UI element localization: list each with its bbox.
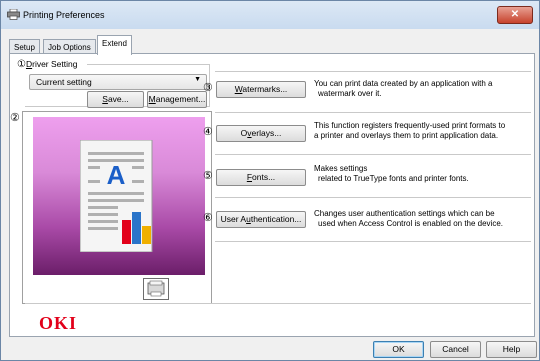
driver-setting-label: ①Driver Setting <box>17 59 78 70</box>
overlays-button[interactable]: Overlays... <box>216 125 306 142</box>
driver-setting-select[interactable]: Current setting ▼ <box>29 74 207 90</box>
bottom-divider <box>25 303 531 304</box>
section-divider <box>215 71 531 72</box>
number-marker-5: ⑤ <box>203 170 213 182</box>
window-title: Printing Preferences <box>23 10 105 20</box>
tab-extend[interactable]: Extend <box>97 35 132 55</box>
management-button[interactable]: Management... <box>147 91 207 108</box>
save-button[interactable]: Save... <box>87 91 144 108</box>
number-marker-3: ③ <box>203 82 213 94</box>
section-divider <box>215 241 531 242</box>
section-divider <box>215 197 531 198</box>
fonts-description: Makes settings related to TrueType fonts … <box>314 164 469 183</box>
watermarks-description: You can print data created by an applica… <box>314 79 493 98</box>
fonts-button[interactable]: Fonts... <box>216 169 306 186</box>
number-marker-4: ④ <box>203 126 213 138</box>
printer-icon <box>7 9 20 20</box>
user-authentication-description: Changes user authentication settings whi… <box>314 209 504 228</box>
overlays-description: This function registers frequently-used … <box>314 121 506 140</box>
cancel-button[interactable]: Cancel <box>430 341 481 358</box>
close-button[interactable]: ✕ <box>497 6 533 24</box>
printing-preferences-window: Printing Preferences ✕ Setup Job Options… <box>0 0 540 361</box>
help-button[interactable]: Help <box>486 341 537 358</box>
svg-text:A: A <box>107 160 126 190</box>
section-divider <box>215 154 531 155</box>
ok-button[interactable]: OK <box>373 341 424 358</box>
document-preview-icon: A <box>80 140 153 252</box>
title-bar: Printing Preferences ✕ <box>1 1 539 29</box>
number-marker-6: ⑥ <box>203 212 213 224</box>
printer-preview-icon[interactable] <box>143 278 169 300</box>
group-divider <box>87 64 209 65</box>
oki-logo: OKI <box>39 313 78 333</box>
user-authentication-button[interactable]: User Authentication... <box>216 211 306 228</box>
section-divider <box>215 112 531 113</box>
watermarks-button[interactable]: Watermarks... <box>216 81 306 98</box>
chevron-down-icon: ▼ <box>194 76 201 83</box>
number-marker-1: ① <box>17 59 26 70</box>
number-marker-2: ② <box>10 112 20 124</box>
